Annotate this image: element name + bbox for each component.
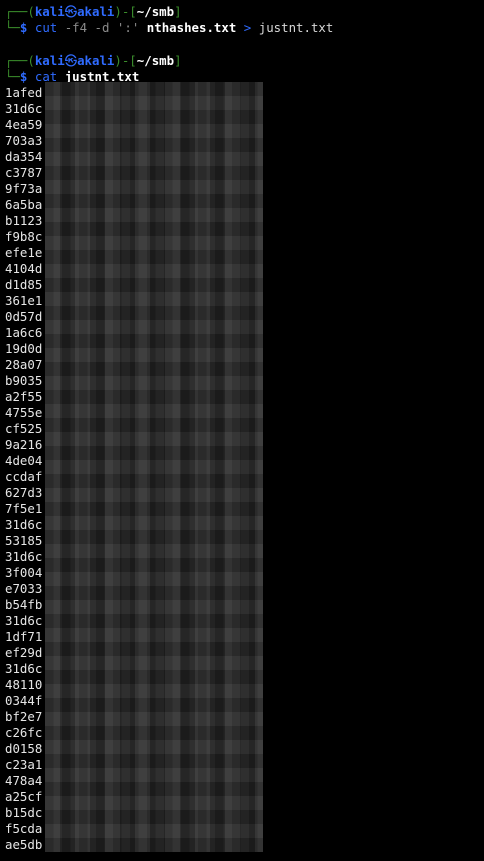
- prompt-frame: └─: [5, 20, 20, 35]
- output-line: c3787: [5, 165, 43, 180]
- output-line: 4755e: [5, 405, 43, 420]
- output-line: 28a07: [5, 357, 43, 372]
- output-line: 0344f: [5, 693, 43, 708]
- output-line: ef29d: [5, 645, 43, 660]
- output-line: 1afed: [5, 85, 43, 100]
- output-line: b54fb: [5, 597, 43, 612]
- prompt-dollar: $: [19, 69, 28, 84]
- input-filename: nthashes.txt: [146, 20, 237, 35]
- output-line: 703a3: [5, 133, 43, 148]
- output-line: a25cf: [5, 789, 43, 804]
- prompt-frame: └─: [5, 69, 20, 84]
- output-line: 19d0d: [5, 341, 43, 356]
- output-line: e7033: [5, 581, 43, 596]
- output-line: cf525: [5, 421, 43, 436]
- output-line: b15dc: [5, 805, 43, 820]
- prompt-path: ~/smb: [136, 4, 175, 19]
- output-line: 9a216: [5, 437, 43, 452]
- output-line: 53185: [5, 533, 43, 548]
- kali-skull-icon: ㉿: [64, 4, 78, 19]
- output-line: 31d6c: [5, 613, 43, 628]
- prompt-frame: ]: [174, 53, 182, 68]
- prompt-user: kali: [34, 4, 65, 19]
- command-line-1[interactable]: └─$ cut -f4 -d ':' nthashes.txt > justnt…: [5, 20, 333, 36]
- output-line: 478a4: [5, 773, 43, 788]
- prompt-dollar: $: [19, 20, 28, 35]
- prompt-header-1: ┌──(kali㉿akali)-[~/smb]: [5, 4, 182, 20]
- output-line: c23a1: [5, 757, 43, 772]
- output-line: 9f73a: [5, 181, 43, 196]
- prompt-frame: )-[: [114, 53, 137, 68]
- output-line: b9035: [5, 373, 43, 388]
- output-line: 1a6c6: [5, 325, 43, 340]
- output-line: 3f004: [5, 565, 43, 580]
- output-line: 4de04: [5, 453, 43, 468]
- output-line: 627d3: [5, 485, 43, 500]
- output-line: f5cda: [5, 821, 43, 836]
- output-line: f9b8c: [5, 229, 43, 244]
- output-line: 0d57d: [5, 309, 43, 324]
- redacted-hash-block: [45, 82, 263, 852]
- output-line: 6a5ba: [5, 197, 43, 212]
- output-line: 4104d: [5, 261, 43, 276]
- output-line: 31d6c: [5, 549, 43, 564]
- prompt-frame: ┌──(: [5, 53, 35, 68]
- output-line: 31d6c: [5, 661, 43, 676]
- output-line: c26fc: [5, 725, 43, 740]
- prompt-frame: ]: [174, 4, 182, 19]
- output-line: d1d85: [5, 277, 43, 292]
- output-line: 361e1: [5, 293, 43, 308]
- prompt-path: ~/smb: [136, 53, 175, 68]
- terminal-window[interactable]: ┌──(kali㉿akali)-[~/smb] └─$ cut -f4 -d '…: [0, 0, 484, 861]
- output-line: 1df71: [5, 629, 43, 644]
- output-line: a2f55: [5, 389, 43, 404]
- output-line: 31d6c: [5, 101, 43, 116]
- output-line: b1123: [5, 213, 43, 228]
- prompt-host: akali: [77, 53, 115, 68]
- output-line: d0158: [5, 741, 43, 756]
- output-line: da354: [5, 149, 43, 164]
- output-filename: justnt.txt: [258, 20, 334, 35]
- output-line: efe1e: [5, 245, 43, 260]
- output-line: ae5db: [5, 837, 43, 852]
- output-line: ccdaf: [5, 469, 43, 484]
- prompt-host: akali: [77, 4, 115, 19]
- command-name: cut: [34, 20, 58, 35]
- prompt-header-2: ┌──(kali㉿akali)-[~/smb]: [5, 53, 182, 69]
- output-line: 4ea59: [5, 117, 43, 132]
- output-line: 48110: [5, 677, 43, 692]
- prompt-frame: )-[: [114, 4, 137, 19]
- prompt-frame: ┌──(: [5, 4, 35, 19]
- prompt-user: kali: [34, 53, 65, 68]
- kali-skull-icon: ㉿: [64, 53, 78, 68]
- output-line: 31d6c: [5, 517, 43, 532]
- output-line: 7f5e1: [5, 501, 43, 516]
- output-line: bf2e7: [5, 709, 43, 724]
- redirect-operator: >: [243, 20, 252, 35]
- command-args: -f4 -d ':': [64, 20, 140, 35]
